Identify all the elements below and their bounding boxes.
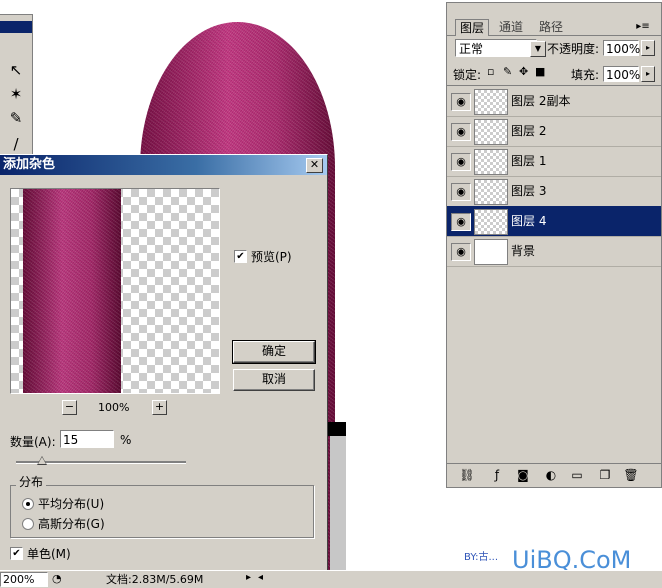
layer-thumbnail: [474, 149, 508, 175]
layer-mask-icon[interactable]: ◙: [515, 468, 531, 482]
layers-panel: 图层 通道 路径 ▸≡ 正常 ▼ 不透明度: 100% ▸ 锁定: ▫ ✎ ✥ …: [446, 2, 662, 488]
preview-label: 预览(P): [251, 250, 292, 264]
layer-row[interactable]: ◉ 背景: [447, 236, 661, 267]
amount-input[interactable]: 15: [60, 430, 114, 448]
adjustment-layer-icon[interactable]: ◐: [543, 468, 559, 482]
new-layer-icon[interactable]: ❐: [597, 468, 613, 482]
layer-name: 图层 2副本: [511, 94, 571, 108]
eye-icon[interactable]: ◉: [451, 123, 471, 141]
amount-label: 数量(A):: [10, 435, 56, 449]
layer-thumbnail: [474, 179, 508, 205]
layers-tab-bar: 图层 通道 路径 ▸≡: [447, 3, 661, 36]
toolbox: ↖ ✶ ✎ /: [0, 14, 33, 161]
preview-lipstick-image: [23, 189, 121, 393]
layer-thumbnail: [474, 209, 508, 235]
opacity-arrow-icon[interactable]: ▸: [641, 40, 655, 56]
zoom-out-button[interactable]: −: [62, 400, 77, 415]
cancel-button[interactable]: 取消: [233, 369, 315, 391]
layer-row[interactable]: ◉ 图层 1: [447, 146, 661, 177]
layer-row[interactable]: ◉ 图层 3: [447, 176, 661, 207]
layer-thumbnail: [474, 89, 508, 115]
new-group-icon[interactable]: ▭: [569, 468, 585, 482]
layer-row[interactable]: ◉ 图层 2: [447, 116, 661, 147]
status-menu-icon[interactable]: ▸: [246, 572, 251, 583]
eye-icon[interactable]: ◉: [451, 213, 471, 231]
preview-checkbox[interactable]: ✔: [234, 250, 247, 263]
scroll-left-icon[interactable]: ◂: [258, 572, 263, 583]
link-layers-icon[interactable]: ⛓: [459, 468, 475, 482]
lock-transparency-icon[interactable]: ▫: [487, 65, 494, 78]
trash-icon[interactable]: 🗑: [623, 468, 639, 482]
status-options-icon[interactable]: ◔: [52, 572, 62, 585]
tab-channels[interactable]: 通道: [495, 19, 527, 35]
status-bar: 200% ◔ 文档:2.83M/5.69M ▸ ◂: [0, 570, 662, 588]
layer-name: 背景: [511, 244, 536, 258]
panel-menu-icon[interactable]: ▸≡: [635, 21, 651, 33]
zoom-in-button[interactable]: +: [152, 400, 167, 415]
opacity-input[interactable]: 100%: [603, 40, 640, 56]
blend-mode-select[interactable]: 正常 ▼: [455, 39, 546, 57]
lock-move-icon[interactable]: ✥: [519, 65, 528, 78]
eye-icon[interactable]: ◉: [451, 183, 471, 201]
layer-row[interactable]: ◉ 图层 2副本: [447, 86, 661, 117]
amount-unit: %: [120, 433, 132, 447]
lock-all-icon[interactable]: ■: [535, 65, 545, 78]
distribution-group-label: 分布: [16, 473, 47, 490]
dialog-title-bar[interactable]: 添加杂色 ✕: [0, 155, 327, 175]
tab-paths[interactable]: 路径: [535, 19, 567, 35]
layer-thumbnail: [474, 119, 508, 145]
layer-name: 图层 1: [511, 154, 547, 168]
fill-arrow-icon[interactable]: ▸: [641, 66, 655, 82]
eyedropper-tool-icon[interactable]: ✎: [4, 107, 28, 129]
monochromatic-label: 单色(M): [27, 547, 71, 561]
ok-button[interactable]: 确定: [232, 340, 316, 364]
chevron-down-icon[interactable]: ▼: [530, 41, 546, 57]
layers-footer: ⛓ ƒ ◙ ◐ ▭ ❐ 🗑: [447, 463, 661, 486]
monochromatic-checkbox[interactable]: ✔: [10, 547, 23, 560]
path-selection-tool-icon[interactable]: ↖: [4, 59, 28, 81]
eye-icon[interactable]: ◉: [451, 93, 471, 111]
layer-thumbnail: [474, 239, 508, 265]
lock-label: 锁定:: [453, 68, 482, 82]
tab-layers[interactable]: 图层: [455, 19, 490, 36]
watermark-small: BY:古...: [464, 552, 498, 563]
canvas-edge-strip: [330, 436, 346, 572]
zoom-field[interactable]: 200%: [0, 572, 48, 587]
eye-icon[interactable]: ◉: [451, 243, 471, 261]
blend-mode-value: 正常: [459, 42, 484, 56]
toolbox-header: [0, 21, 32, 33]
distribution-group: [10, 485, 314, 538]
opacity-label: 不透明度:: [547, 42, 600, 56]
fill-input[interactable]: 100%: [603, 66, 640, 82]
layer-name: 图层 4: [511, 214, 547, 228]
close-icon[interactable]: ✕: [306, 158, 323, 173]
preview-zoom-value: 100%: [98, 401, 130, 414]
lock-paint-icon[interactable]: ✎: [503, 65, 512, 78]
filter-preview[interactable]: [10, 188, 220, 394]
magic-wand-tool-icon[interactable]: ✶: [4, 83, 28, 105]
amount-slider-thumb[interactable]: [36, 456, 47, 465]
layer-name: 图层 2: [511, 124, 547, 138]
layer-name: 图层 3: [511, 184, 547, 198]
brush-tool-icon[interactable]: /: [4, 133, 28, 155]
layer-row-selected[interactable]: ◉ 图层 4: [447, 206, 661, 237]
layer-style-icon[interactable]: ƒ: [489, 468, 505, 482]
document-info: 文档:2.83M/5.69M: [106, 573, 204, 586]
fill-label: 填充:: [571, 68, 600, 82]
canvas-edge-block: [328, 422, 346, 436]
dialog-title: 添加杂色: [3, 157, 56, 172]
eye-icon[interactable]: ◉: [451, 153, 471, 171]
